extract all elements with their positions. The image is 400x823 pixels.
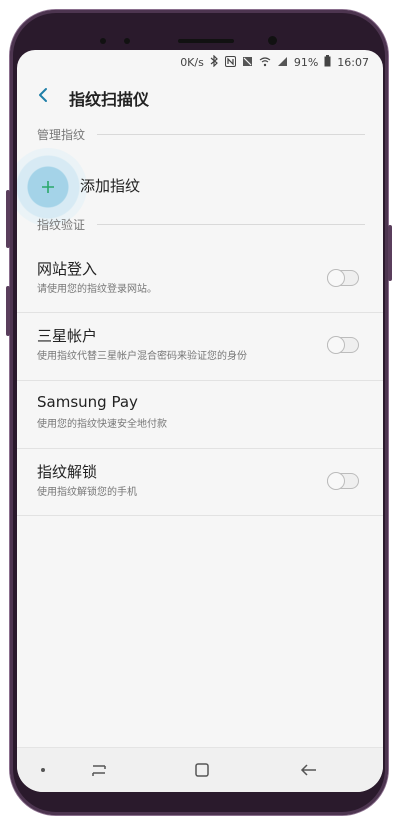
list-item-website-login[interactable]: 网站登入 请使用您的指纹登录网站。 <box>17 246 383 312</box>
phone-top-sensors <box>100 34 320 48</box>
item-subtitle: 使用指纹解锁您的手机 <box>37 487 137 498</box>
screen: 0K/s 91% 16:07 指纹扫描仪 管理指纹 添加指纹 指纹验证 网站登入… <box>17 50 383 792</box>
item-title: 三星帐户 <box>37 327 98 345</box>
toggle-knob <box>327 336 345 354</box>
item-subtitle: 请使用您的指纹登录网站。 <box>37 284 157 295</box>
network-speed: 0K/s <box>180 56 204 69</box>
touch-ripple <box>17 148 87 226</box>
navigation-bar <box>17 747 383 792</box>
add-fingerprint-label: 添加指纹 <box>80 177 141 195</box>
list-item-samsung-account[interactable]: 三星帐户 使用指纹代替三星帐户混合密码来验证您的身份 <box>17 312 383 379</box>
item-title: Samsung Pay <box>37 393 138 411</box>
recent-apps-icon[interactable] <box>89 760 109 780</box>
wifi-icon <box>259 56 271 70</box>
back-arrow-icon[interactable] <box>33 84 55 106</box>
section-divider <box>97 134 365 135</box>
fingerprint-unlock-toggle[interactable] <box>327 472 359 490</box>
list-item-fingerprint-unlock[interactable]: 指纹解锁 使用指纹解锁您的手机 <box>17 448 383 516</box>
add-fingerprint-row[interactable]: 添加指纹 <box>17 148 383 226</box>
volume-button <box>6 190 10 248</box>
item-subtitle: 使用您的指纹快速安全地付款 <box>37 419 167 430</box>
item-subtitle: 使用指纹代替三星帐户混合密码来验证您的身份 <box>37 351 247 362</box>
sensor-dot <box>100 38 106 44</box>
signal-icon <box>277 56 288 70</box>
section-label-manage: 管理指纹 <box>37 128 86 142</box>
app-header: 指纹扫描仪 <box>17 74 383 120</box>
toggle-knob <box>327 269 345 287</box>
section-divider <box>97 224 365 225</box>
sensor-dot <box>124 38 130 44</box>
back-icon[interactable] <box>299 760 319 780</box>
battery-icon <box>324 55 331 70</box>
item-title: 指纹解锁 <box>37 463 98 481</box>
website-login-toggle[interactable] <box>327 269 359 287</box>
samsung-account-toggle[interactable] <box>327 336 359 354</box>
bluetooth-icon <box>210 54 219 70</box>
front-camera <box>268 36 277 45</box>
bixby-button <box>6 286 10 336</box>
dot-icon <box>39 760 59 780</box>
battery-level: 91% <box>293 56 319 69</box>
home-icon[interactable] <box>192 760 212 780</box>
power-button <box>388 225 392 281</box>
status-bar: 0K/s 91% 16:07 <box>17 50 383 74</box>
item-title: 网站登入 <box>37 260 98 278</box>
toggle-knob <box>327 472 345 490</box>
nfc-icon <box>224 55 236 70</box>
plus-icon <box>37 176 59 198</box>
section-label-verify: 指纹验证 <box>37 218 86 232</box>
mute-icon <box>242 56 253 70</box>
page-title: 指纹扫描仪 <box>69 90 150 109</box>
list-item-samsung-pay[interactable]: Samsung Pay 使用您的指纹快速安全地付款 <box>17 380 383 447</box>
clock: 16:07 <box>337 56 369 69</box>
earpiece <box>178 39 234 43</box>
